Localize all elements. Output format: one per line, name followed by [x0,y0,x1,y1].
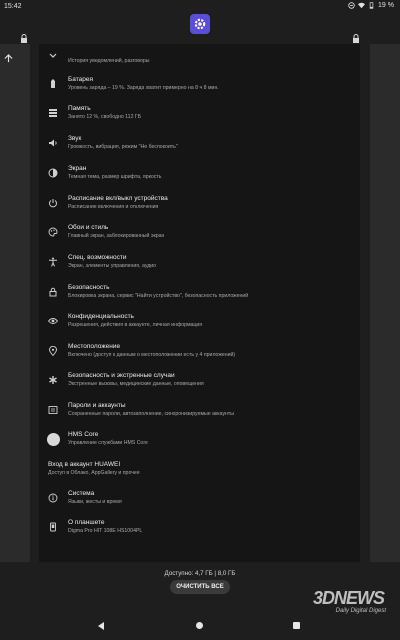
settings-item-title: Конфиденциальность [68,313,134,320]
settings-item-sub: Сохраненные пароли, автозаполнение, синх… [68,411,235,417]
recent-app-card-left[interactable] [0,44,30,562]
recent-app-card-right[interactable] [370,44,400,562]
clear-all-button[interactable]: ОЧИСТИТЬ ВСЕ [170,580,230,594]
hms-icon [47,433,60,446]
settings-item-title: Пароли и аккаунты [68,402,126,409]
settings-item-sub: Уровень заряда – 19 %. Заряда хватит при… [68,85,219,91]
settings-app-icon[interactable] [190,14,210,34]
volume-icon [49,139,57,147]
settings-item-title: HMS Core [68,431,99,438]
memory-available-text: Доступно: 4,7 ГБ | 8,0 ГБ [164,570,236,577]
settings-item-wallpaper[interactable]: Обои и стиль Главный экран, заблокирован… [39,221,360,249]
palette-icon [48,227,58,237]
settings-item-schedule[interactable]: Расписание вкл/выкл устройства Расписани… [39,192,360,220]
settings-item-sound[interactable]: Звук Громкость, вибрация, режим "Не бесп… [39,132,360,160]
settings-item-huawei-account[interactable]: Вход в аккаунт HUAWEI Доступ в Облако, A… [39,458,360,486]
settings-item-storage[interactable]: Память Занято 12 %, свободно 112 ГБ [39,102,360,130]
settings-item-title: Память [68,105,91,112]
lock-app-left-icon[interactable] [20,34,28,43]
settings-item-sub: Занято 12 %, свободно 112 ГБ [68,114,142,120]
settings-item-location[interactable]: Местоположение Включено (доступ к данным… [39,340,360,368]
storage-icon [49,109,57,117]
lock-app-right-icon[interactable] [352,34,360,43]
settings-item-sub: Главный экран, заблокированный экран [68,233,165,239]
battery-icon [51,79,55,88]
settings-item-hms[interactable]: HMS Core Управление службами HMS Core [39,428,360,456]
recent-apps-icon[interactable] [293,622,300,629]
watermark-brand: 3DNEWS [312,588,385,608]
settings-item-about-tablet[interactable]: О планшете Digma Pro HIT 108E HS1004PL [39,516,360,544]
settings-item-security[interactable]: Безопасность Блокировка экрана, сервис "… [39,281,360,309]
settings-item-passwords[interactable]: Пароли и аккаунты Сохраненные пароли, ав… [39,399,360,427]
location-icon [49,346,57,356]
dnd-icon [348,2,355,9]
settings-item-sub: Темная тема, размер шрифта, яркость [68,174,162,180]
home-icon[interactable] [196,622,203,629]
chevron-icon [49,53,57,58]
settings-item-sub: Блокировка экрана, сервис "Найти устройс… [68,293,249,299]
settings-item-system[interactable]: Система Языки, жесты и время [39,487,360,515]
settings-item-sub: Разрешения, действия в аккаунте, личная … [68,322,203,328]
settings-item-title: Обои и стиль [68,224,109,231]
settings-item-sub: Включено (доступ к данным о местоположен… [68,352,236,358]
settings-item-title: Местоположение [68,343,121,350]
settings-item-title: Вход в аккаунт HUAWEI [48,461,121,468]
tablet-icon [50,522,56,532]
back-icon[interactable] [97,622,105,630]
settings-item-title: Безопасность и экстренные случаи [68,372,175,379]
watermark-tagline: Daily Digital Digest [335,608,386,614]
settings-item-title: Безопасность [68,284,110,291]
settings-item-accessibility[interactable]: Спец. возможности Экран, элементы управл… [39,251,360,279]
settings-item-notifications[interactable]: История уведомлений, разговоры [39,48,360,76]
battery-percent: 19 % [378,2,394,9]
settings-item-sub: Громкость, вибрация, режим "Не беспокоит… [68,144,178,150]
settings-item-title: О планшете [68,519,105,526]
settings-item-sub: Расписание включения и отключения [68,204,159,210]
settings-item-sub: Экран, элементы управления, аудио [68,263,157,269]
settings-item-display[interactable]: Экран Темная тема, размер шрифта, яркост… [39,162,360,190]
settings-item-title: Спец. возможности [68,254,127,261]
settings-item-sub: Digma Pro HIT 108E HS1004PL [68,528,143,534]
settings-item-sub: Языки, жесты и время [68,499,122,505]
settings-item-title: Система [68,490,95,497]
status-icons: 19 % [348,2,394,9]
info-icon [48,493,58,503]
settings-app-card[interactable]: История уведомлений, разговоры Батарея У… [39,44,360,562]
display-icon [48,168,58,178]
settings-item-battery[interactable]: Батарея Уровень заряда – 19 %. Заряда хв… [39,73,360,101]
settings-item-title: Экран [68,165,87,172]
lock-icon [49,287,57,297]
status-bar: 15:42 19 % [0,0,400,14]
settings-item-privacy[interactable]: Конфиденциальность Разрешения, действия … [39,310,360,338]
gear-icon [194,18,206,30]
settings-item-sub: Доступ в Облако, AppGallery и прочее [48,470,140,476]
settings-item-title: Батарея [68,76,94,83]
settings-item-title: Расписание вкл/выкл устройства [68,195,168,202]
settings-item-title: Звук [68,135,82,142]
settings-item-emergency[interactable]: Безопасность и экстренные случаи Экстрен… [39,369,360,397]
battery-status-icon [369,2,374,9]
settings-item-sub: Управление службами HMS Core [68,440,148,446]
accounts-icon [48,406,58,414]
accessibility-icon [49,257,57,267]
watermark-logo: 3DNEWS Daily Digital Digest [282,588,392,618]
settings-item-sub: История уведомлений, разговоры [68,58,150,64]
privacy-icon [48,318,58,324]
wifi-icon [358,2,366,9]
asterisk-icon [49,376,57,384]
status-time: 15:42 [4,3,22,10]
arrow-up-icon [4,54,13,63]
power-icon [49,199,57,208]
settings-item-sub: Экстренные вызовы, медицинские данные, о… [68,381,204,387]
